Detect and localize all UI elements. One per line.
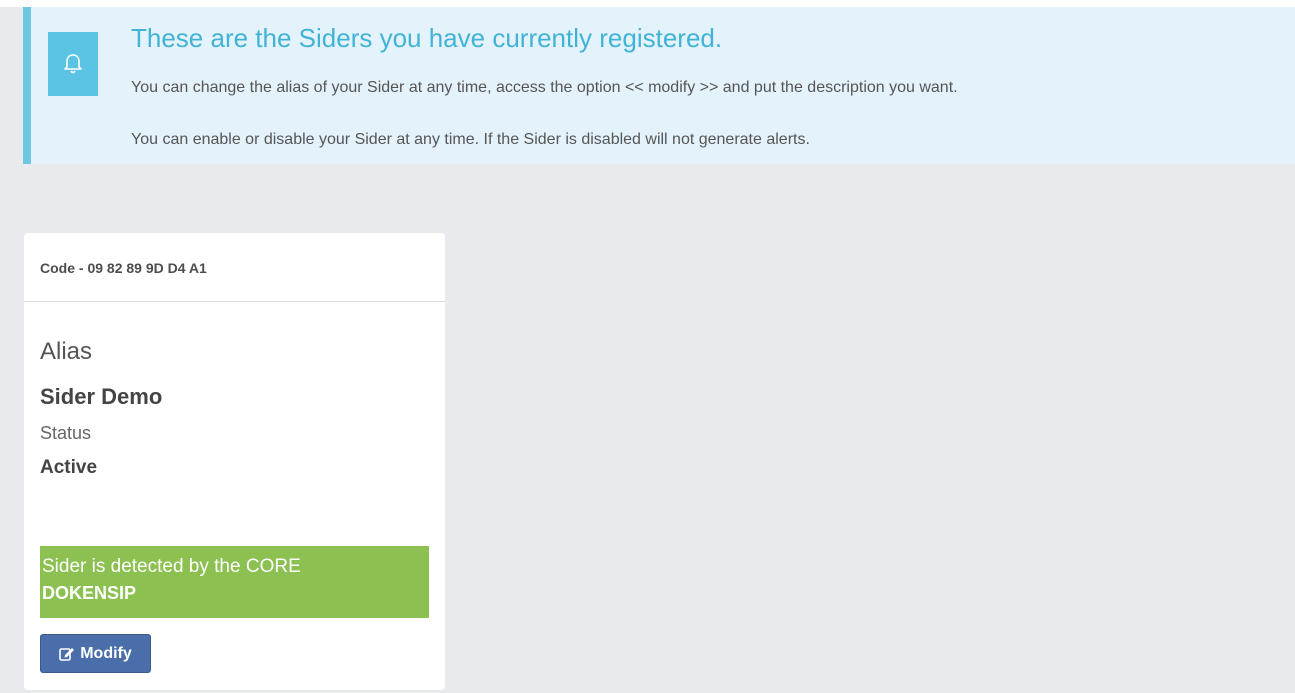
bell-icon: [64, 54, 82, 74]
sider-code: Code - 09 82 89 9D D4 A1: [40, 260, 207, 276]
info-alert: These are the Siders you have currently …: [23, 7, 1295, 164]
alert-text-enable: You can enable or disable your Sider at …: [131, 131, 810, 148]
edit-icon: [59, 648, 75, 661]
top-strip: [0, 0, 1295, 7]
alert-text-alias: You can change the alias of your Sider a…: [131, 79, 958, 96]
status-label: Status: [40, 423, 92, 443]
card-header: Code - 09 82 89 9D D4 A1: [24, 233, 445, 302]
alert-title: These are the Siders you have currently …: [131, 23, 723, 53]
alias-value: Sider Demo: [40, 384, 163, 409]
sider-card: Code - 09 82 89 9D D4 A1 Alias Sider Dem…: [24, 233, 445, 690]
detection-text: Sider is detected by the CORE: [42, 556, 301, 577]
modify-button-label: Modify: [80, 644, 132, 662]
alert-icon-box: [48, 32, 98, 96]
alias-label: Alias: [40, 338, 93, 365]
core-name: DOKENSIP: [42, 583, 137, 603]
status-value: Active: [40, 457, 98, 478]
modify-button[interactable]: Modify: [40, 634, 151, 673]
detection-banner: Sider is detected by the CORE DOKENSIP: [40, 546, 429, 618]
